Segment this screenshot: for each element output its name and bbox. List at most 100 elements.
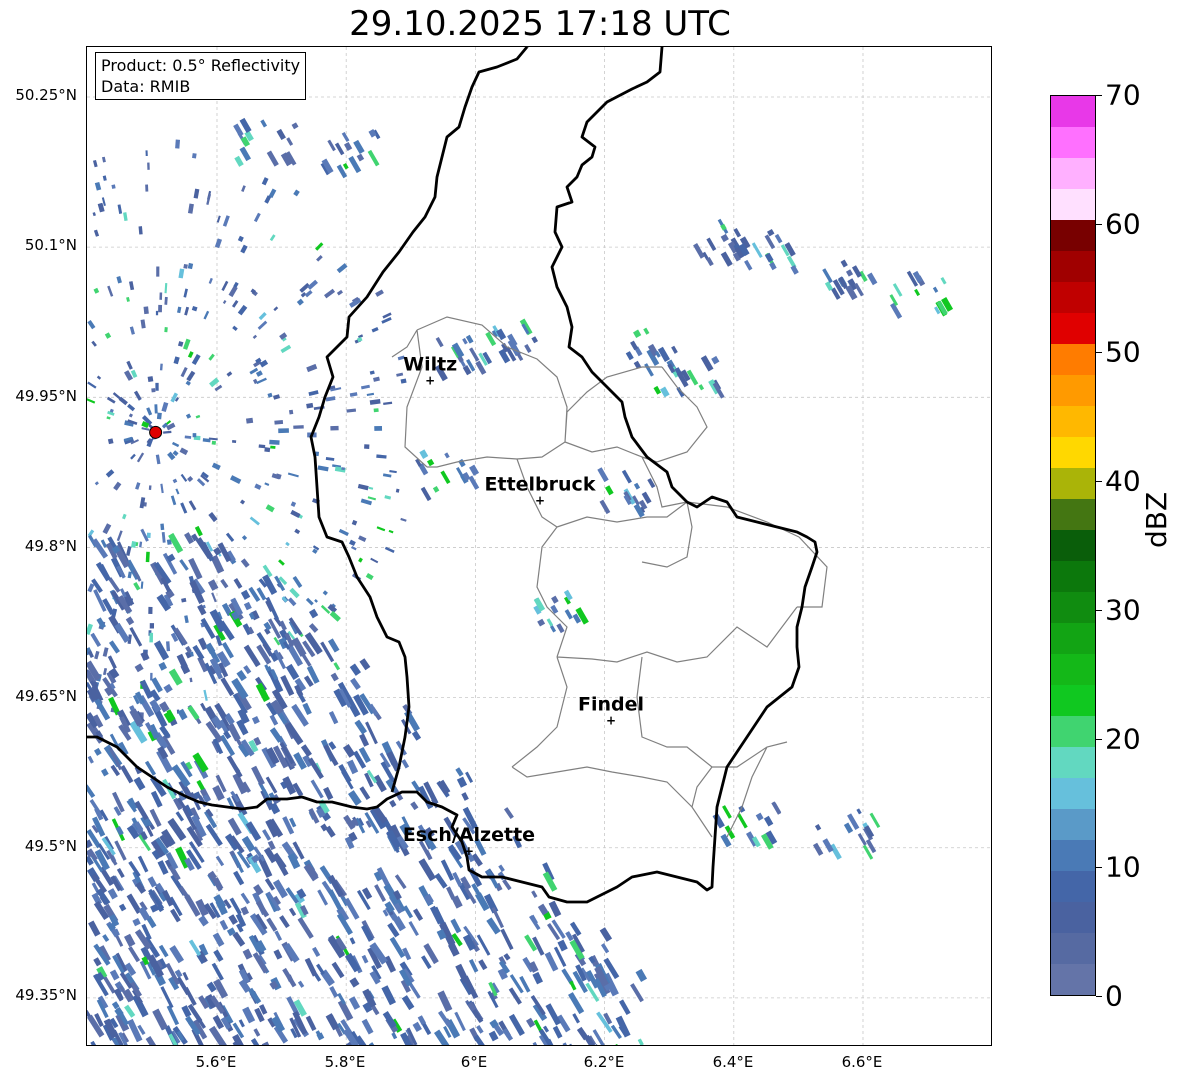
city-label: Ettelbruck [485,473,596,495]
canton-border [391,316,828,838]
radar-echo [163,430,172,434]
radar-echo [237,304,248,316]
radar-echo [137,855,149,873]
radar-echo [329,610,341,622]
city-marker[interactable]: +Findel [578,694,644,728]
radar-echo [633,329,642,338]
borders [87,47,828,904]
radar-echo [373,774,387,793]
radar-echo [264,195,272,204]
radar-echo [331,961,345,979]
radar-echo [108,577,121,593]
radar-echo [292,575,303,589]
radar-echo [284,721,304,746]
radar-echo [172,478,178,484]
city-marker[interactable]: +Ettelbruck [485,473,596,507]
radar-echo [270,445,276,449]
radar-echo [183,263,188,269]
radar-echo [90,1040,101,1045]
radar-echo [87,398,96,404]
radar-echo [469,347,480,362]
radar-echo [413,908,424,921]
radar-echo [569,980,577,991]
radar-echo [179,559,189,571]
radar-echo [267,669,284,694]
radar-echo [164,296,168,305]
lon-label: 6.4°E [712,1053,754,1071]
radar-echo [166,1005,180,1026]
city-marker[interactable]: +Esch/Alzette [403,824,535,858]
radar-echo [440,470,451,485]
radar-echo [370,557,379,564]
radar-echo [312,946,321,957]
radar-echo [285,541,290,547]
radar-echo [476,1024,484,1034]
radar-echo [274,930,283,941]
radar-echo [310,779,324,799]
radar-echo [102,175,107,181]
radar-echo [175,488,180,495]
radar-echo [148,485,152,491]
radar-echo [149,632,154,643]
city-marker-plus: + [425,373,435,387]
radar-echo [342,163,349,170]
radar-echo [233,123,244,137]
radar-echo [367,149,380,167]
radar-echo [264,878,276,891]
radar-echo [192,433,197,438]
radar-echo [412,1021,422,1032]
radar-echo [562,1042,577,1045]
city-marker[interactable]: +Wiltz [403,353,457,387]
radar-echo [258,311,267,321]
radar-echo [134,663,144,673]
radar-echo [549,625,557,633]
radar-echo [177,306,182,314]
radar-echo [278,559,285,566]
radar-echo [478,959,488,971]
radar-echo [822,268,833,284]
radar-echo [359,658,371,671]
radar-echo [180,473,188,482]
radar-map[interactable]: + Wiltz + Ettelbruck + Findel + Esch/Alzette [86,46,992,1046]
radar-echo [237,235,244,242]
radar-echo [93,957,102,967]
radar-echo [184,306,190,316]
radar-echo [188,939,202,957]
radar-echo [755,812,764,821]
radar-echo [293,189,300,197]
radar-echo [239,146,251,162]
radar-site-marker[interactable] [149,425,163,439]
radar-echo [403,905,414,919]
radar-echo [502,879,512,891]
radar-echo [116,867,125,879]
colorbar-segment [1051,406,1095,437]
radar-echo [420,486,432,502]
colorbar-segment [1051,282,1095,313]
radar-echo [145,150,148,157]
radar-echo [158,304,163,313]
radar-echo [503,953,511,961]
radar-echo [282,967,297,988]
radar-echo [175,139,181,149]
radar-echo [455,467,465,480]
radar-echo [932,286,939,293]
radar-echo [389,470,397,474]
radar-echo [156,266,160,277]
radar-echo [389,799,397,808]
radar-echo [241,835,256,853]
radar-echo [130,453,136,460]
radar-echo [486,869,500,889]
colorbar [1050,95,1096,996]
radar-site-dot[interactable] [149,425,163,439]
radar-echo [191,353,201,366]
radar-echo [226,755,243,778]
radar-echo [241,185,246,192]
data-source-label: Data: RMIB [101,77,191,96]
radar-echo [306,363,318,373]
radar-echo [376,454,387,459]
colorbar-segment [1051,189,1095,220]
radar-echo [278,428,289,434]
radar-echo [353,139,365,155]
radar-echo [87,381,97,389]
radar-echo [294,528,301,535]
